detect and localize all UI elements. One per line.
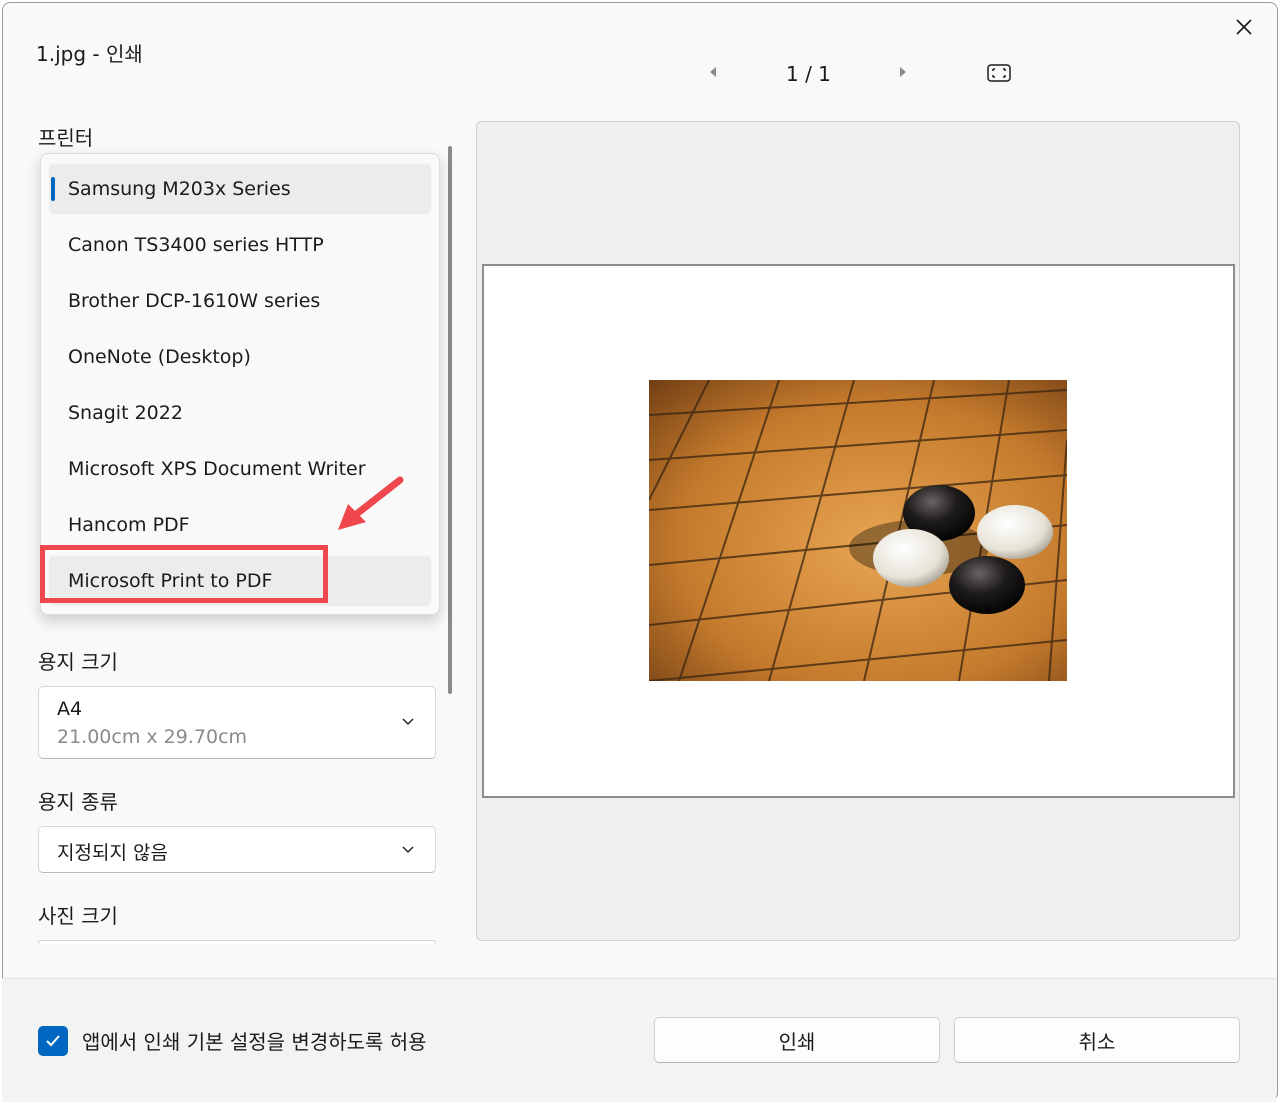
printer-option-label: Canon TS3400 series HTTP	[68, 234, 324, 256]
printer-label: 프린터	[38, 126, 94, 150]
chevron-down-icon	[402, 846, 414, 853]
fit-to-window-button[interactable]	[986, 62, 1012, 88]
close-button[interactable]	[1226, 10, 1262, 44]
printer-option[interactable]: Samsung M203x Series	[49, 164, 431, 214]
annotation-highlight-box	[40, 545, 328, 603]
paper-size-value: A4	[57, 698, 83, 720]
paper-type-value: 지정되지 않음	[57, 842, 168, 864]
allow-app-settings-checkbox[interactable]	[38, 1026, 68, 1056]
preview-image	[649, 380, 1067, 681]
checkmark-icon	[46, 1035, 60, 1047]
triangle-left-icon	[710, 67, 716, 77]
selection-indicator	[51, 177, 55, 201]
fit-screen-icon	[987, 64, 1011, 82]
printer-option[interactable]: OneNote (Desktop)	[49, 332, 431, 382]
allow-app-settings-label[interactable]: 앱에서 인쇄 기본 설정을 변경하도록 허용	[82, 1026, 427, 1055]
printer-option-label: Samsung M203x Series	[68, 178, 291, 200]
printer-option-label: Snagit 2022	[68, 402, 183, 424]
page-navigator: 1 / 1	[700, 56, 1020, 90]
annotation-arrow-icon	[338, 476, 404, 530]
photo-size-label: 사진 크기	[38, 904, 118, 928]
printer-option[interactable]: Brother DCP-1610W series	[49, 276, 431, 326]
paper-size-detail: 21.00cm x 29.70cm	[57, 726, 248, 748]
paper-size-label: 용지 크기	[38, 650, 118, 674]
page-count: 1 / 1	[786, 62, 831, 86]
paper-type-label: 용지 종류	[38, 790, 118, 814]
next-page-button[interactable]	[896, 64, 910, 84]
printer-option-label: Brother DCP-1610W series	[68, 290, 321, 312]
chevron-down-icon	[402, 718, 414, 725]
paper-size-dropdown[interactable]: A4 21.00cm x 29.70cm	[38, 686, 436, 759]
cancel-button[interactable]: 취소	[954, 1017, 1240, 1063]
previous-page-button[interactable]	[706, 64, 720, 84]
close-icon	[1236, 19, 1252, 35]
triangle-right-icon	[900, 67, 906, 77]
printer-option-label: Microsoft XPS Document Writer	[68, 458, 366, 480]
dialog-title: 1.jpg - 인쇄	[36, 42, 143, 66]
photo-size-dropdown[interactable]	[38, 940, 436, 944]
paper-type-dropdown[interactable]: 지정되지 않음	[38, 826, 436, 873]
settings-scrollbar[interactable]	[448, 146, 452, 694]
printer-option-label: OneNote (Desktop)	[68, 346, 251, 368]
printer-option[interactable]: Snagit 2022	[49, 388, 431, 438]
print-button[interactable]: 인쇄	[654, 1017, 940, 1063]
printer-option-label: Hancom PDF	[68, 514, 190, 536]
printer-option[interactable]: Canon TS3400 series HTTP	[49, 220, 431, 270]
